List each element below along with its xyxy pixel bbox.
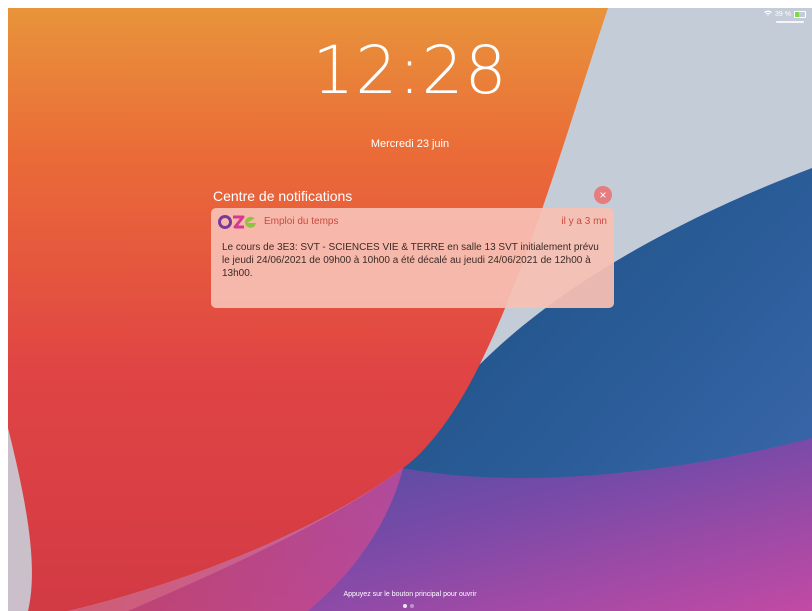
page-dot-active (403, 604, 407, 608)
notification-app-name: Emploi du temps (264, 216, 339, 227)
notification-time: il y a 3 mn (561, 216, 607, 227)
battery-icon (794, 10, 806, 18)
notification-card[interactable]: Emploi du temps il y a 3 mn Le cours de … (211, 208, 614, 308)
status-bar: 39 % (764, 10, 806, 18)
lock-clock: 12:28 (312, 32, 508, 109)
wifi-icon (764, 10, 773, 18)
close-icon[interactable]: × (594, 186, 612, 204)
battery-percent: 39 % (775, 10, 791, 18)
oze-logo-icon (218, 214, 258, 230)
page-indicator (403, 604, 414, 608)
page-dot-camera (410, 604, 414, 608)
notification-message: Le cours de 3E3: SVT - SCIENCES VIE & TE… (222, 242, 599, 279)
battery-fill (795, 11, 799, 17)
home-hint: Appuyez sur le bouton principal pour ouv… (343, 591, 477, 598)
lock-screen: 39 % 12:28 Mercredi 23 juin Centre de no… (8, 8, 812, 611)
notification-center-title: Centre de notifications (213, 188, 353, 204)
lock-date: Mercredi 23 juin (370, 138, 450, 150)
status-underline (776, 21, 804, 23)
notification-header: Emploi du temps il y a 3 mn (211, 208, 614, 234)
